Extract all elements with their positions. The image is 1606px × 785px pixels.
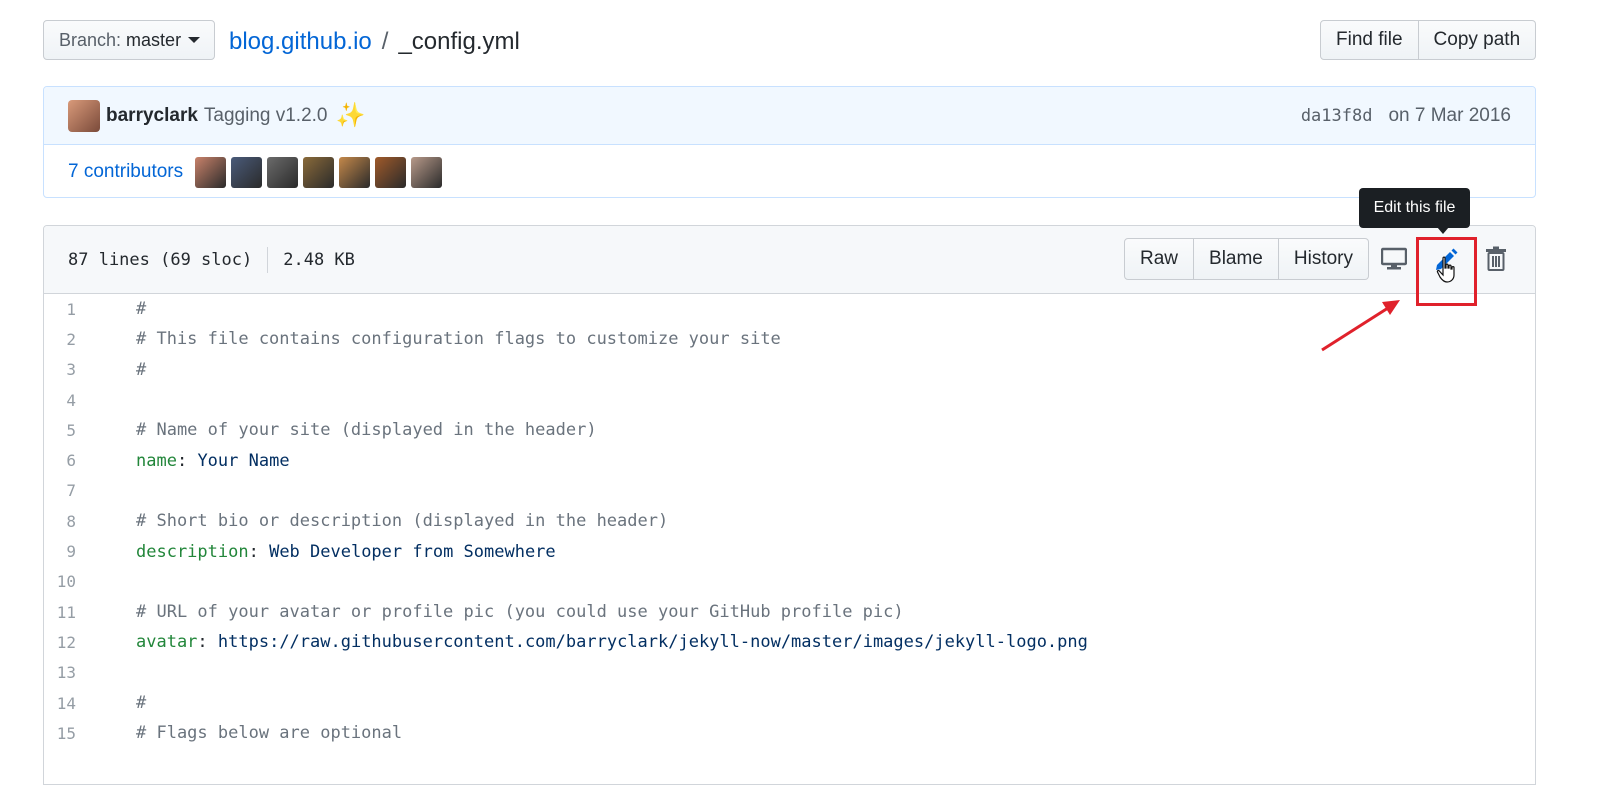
line-number[interactable]: 9 bbox=[44, 542, 106, 561]
line-content: # bbox=[136, 359, 147, 380]
line-content: # bbox=[136, 299, 147, 320]
yaml-value: https://raw.githubusercontent.com/barryc… bbox=[217, 632, 1088, 653]
contributors-row: 7 contributors bbox=[44, 145, 1535, 197]
code-body: 1 #2 # This file contains configuration fl… bbox=[44, 294, 1535, 748]
line-number[interactable]: 15 bbox=[44, 724, 106, 743]
breadcrumb-separator: / bbox=[381, 28, 389, 55]
yaml-key: description bbox=[136, 541, 249, 562]
caret-down-icon bbox=[188, 37, 201, 43]
commit-date: on 7 Mar 2016 bbox=[1388, 104, 1511, 126]
line-number[interactable]: 11 bbox=[44, 603, 106, 622]
yaml-value: Web Developer from Somewhere bbox=[269, 541, 556, 562]
annotation-arrow-icon bbox=[1321, 300, 1400, 352]
line-content: # This file contains configuration flags… bbox=[136, 329, 781, 350]
code-line: 9 description: Web Developer from Somewhe… bbox=[44, 536, 1535, 566]
file-header: 87 lines (69 sloc) 2.48 KB Raw Blame His… bbox=[44, 226, 1535, 294]
code-line: 10 bbox=[44, 567, 1535, 597]
line-content: # Name of your site (displayed in the he… bbox=[136, 420, 597, 441]
yaml-value: Your Name bbox=[197, 450, 290, 471]
line-content: # Short bio or description (displayed in… bbox=[136, 511, 669, 532]
file-viewer: 87 lines (69 sloc) 2.48 KB Raw Blame His… bbox=[43, 225, 1536, 785]
file-size: 2.48 KB bbox=[283, 249, 355, 270]
contributor-avatar[interactable] bbox=[231, 156, 263, 188]
commit-author-link[interactable]: barryclark bbox=[106, 105, 198, 127]
commit-tease-box: barryclark Tagging v1.2.0 ✨ da13f8d on 7… bbox=[43, 86, 1536, 198]
code-line: 4 bbox=[44, 385, 1535, 415]
line-content: avatar: https://raw.githubusercontent.co… bbox=[136, 632, 1088, 653]
author-avatar[interactable] bbox=[68, 99, 100, 132]
blame-button[interactable]: Blame bbox=[1194, 238, 1279, 280]
contributors-link[interactable]: 7 contributors bbox=[68, 161, 183, 183]
line-content: # bbox=[136, 693, 147, 713]
history-button[interactable]: History bbox=[1278, 238, 1369, 280]
branch-selector-button[interactable]: Branch: master bbox=[43, 20, 215, 60]
branch-name: master bbox=[126, 29, 182, 50]
line-number[interactable]: 10 bbox=[44, 572, 106, 591]
line-number[interactable]: 2 bbox=[44, 330, 106, 349]
contributor-avatar[interactable] bbox=[375, 156, 407, 188]
code-line: 2 # This file contains configuration flag… bbox=[44, 324, 1535, 354]
code-line: 6 name: Your Name bbox=[44, 445, 1535, 475]
line-content: name: Your Name bbox=[136, 450, 290, 471]
latest-commit-row: barryclark Tagging v1.2.0 ✨ da13f8d on 7… bbox=[44, 87, 1535, 145]
line-number[interactable]: 1 bbox=[44, 300, 106, 319]
find-file-button[interactable]: Find file bbox=[1320, 20, 1419, 60]
line-content: # URL of your avatar or profile pic (you… bbox=[136, 602, 904, 623]
line-number[interactable]: 6 bbox=[44, 451, 106, 470]
breadcrumb: blog.github.io / _config.yml bbox=[229, 28, 520, 56]
file-info: 87 lines (69 sloc) 2.48 KB bbox=[68, 226, 355, 293]
line-number[interactable]: 14 bbox=[44, 694, 106, 713]
line-number[interactable]: 4 bbox=[44, 391, 106, 410]
trash-icon[interactable] bbox=[1481, 244, 1511, 274]
code-line: 8 # Short bio or description (displayed i… bbox=[44, 506, 1535, 536]
code-line: 11 # URL of your avatar or profile pic (y… bbox=[44, 597, 1535, 627]
code-line: 13 bbox=[44, 658, 1535, 688]
file-actions-group: Raw Blame History bbox=[1124, 238, 1369, 280]
raw-button[interactable]: Raw bbox=[1124, 238, 1195, 280]
tooltip-arrow bbox=[1437, 227, 1449, 234]
code-line: 5 # Name of your site (displayed in the h… bbox=[44, 415, 1535, 445]
contributor-avatar[interactable] bbox=[339, 156, 371, 188]
contributor-avatar[interactable] bbox=[267, 156, 299, 188]
sparkles-icon: ✨ bbox=[335, 102, 366, 129]
code-line: 12 avatar: https://raw.githubusercontent.… bbox=[44, 627, 1535, 657]
line-number[interactable]: 8 bbox=[44, 512, 106, 531]
line-number[interactable]: 7 bbox=[44, 481, 106, 500]
yaml-key: avatar bbox=[136, 632, 198, 653]
yaml-key: name bbox=[136, 450, 177, 471]
commit-meta: da13f8d on 7 Mar 2016 bbox=[1301, 87, 1511, 144]
copy-path-button[interactable]: Copy path bbox=[1418, 20, 1537, 60]
breadcrumb-file-name: _config.yml bbox=[398, 28, 520, 55]
commit-message-link[interactable]: Tagging v1.2.0 bbox=[204, 105, 328, 127]
commit-sha-link[interactable]: da13f8d bbox=[1301, 106, 1373, 126]
line-content: description: Web Developer from Somewher… bbox=[136, 541, 556, 562]
contributor-avatar[interactable] bbox=[195, 156, 227, 188]
file-nav-button-group: Find file Copy path bbox=[1320, 20, 1537, 60]
line-content: # Flags below are optional bbox=[136, 723, 403, 744]
file-lines-info: 87 lines (69 sloc) bbox=[68, 249, 253, 270]
branch-prefix: Branch: bbox=[59, 29, 122, 50]
code-line: 15 # Flags below are optional bbox=[44, 718, 1535, 748]
code-line: 7 bbox=[44, 476, 1535, 506]
code-line: 3 # bbox=[44, 355, 1535, 385]
code-line: 1 # bbox=[44, 294, 1535, 324]
line-number[interactable]: 13 bbox=[44, 663, 106, 682]
line-number[interactable]: 12 bbox=[44, 633, 106, 652]
code-line: 14 # bbox=[44, 688, 1535, 718]
line-number[interactable]: 5 bbox=[44, 421, 106, 440]
desktop-icon[interactable] bbox=[1379, 244, 1409, 274]
file-info-divider bbox=[267, 246, 269, 273]
breadcrumb-repo-link[interactable]: blog.github.io bbox=[229, 28, 372, 56]
contributor-avatars bbox=[195, 156, 447, 188]
highlight-box bbox=[1416, 237, 1477, 306]
contributor-avatar[interactable] bbox=[303, 156, 335, 188]
edit-file-tooltip: Edit this file bbox=[1359, 188, 1470, 228]
line-number[interactable]: 3 bbox=[44, 360, 106, 379]
contributor-avatar[interactable] bbox=[411, 156, 443, 188]
